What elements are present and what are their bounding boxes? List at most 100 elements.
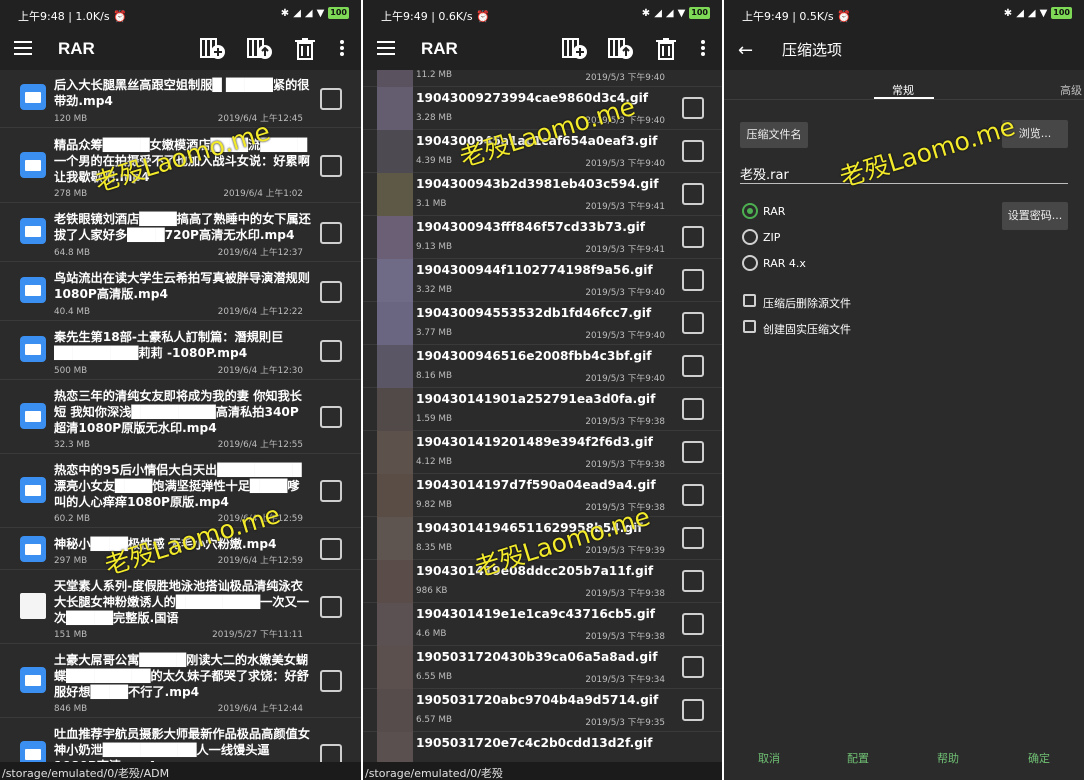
list-item[interactable]: 19043014197d7f590a04ead9a4.gif 9.82 MB 201…: [363, 474, 722, 517]
list-item[interactable]: 1904301419e1e1ca9c43716cb5.gif 4.6 MB 2019…: [363, 603, 722, 646]
tab-advanced[interactable]: 高级: [1060, 82, 1082, 98]
select-checkbox[interactable]: [682, 484, 704, 506]
list-item[interactable]: 秦先生第18部-土豪私人訂制篇：潛規則巨█████████莉莉 -1080P.m…: [0, 322, 361, 380]
delete-icon[interactable]: [292, 37, 318, 61]
select-checkbox[interactable]: [320, 744, 342, 762]
folder-icon: [20, 741, 46, 762]
list-item[interactable]: 老铁眼镜刘酒店████搞高了熟睡中的女下属还拔了人家好多████720P高清无水…: [0, 204, 361, 262]
select-checkbox[interactable]: [320, 280, 342, 303]
profiles-button[interactable]: 配置: [847, 750, 869, 766]
list-item[interactable]: 鸟站流出在读大学生云希拍写真被胖导演潜规则1080P高清版.mp4 40.4 MB…: [0, 263, 361, 321]
select-checkbox[interactable]: [320, 538, 342, 560]
folder-icon: [20, 152, 46, 178]
select-checkbox[interactable]: [682, 527, 704, 549]
select-checkbox[interactable]: [682, 398, 704, 420]
select-checkbox[interactable]: [682, 97, 704, 119]
folder-icon: [20, 218, 46, 244]
list-item[interactable]: 11.2 MB 2019/5/3 下午9:40: [363, 70, 722, 87]
extract-icon[interactable]: [247, 37, 273, 61]
select-checkbox[interactable]: [320, 670, 342, 692]
select-checkbox[interactable]: [682, 699, 704, 721]
battery-icon: 100: [1051, 7, 1072, 19]
thumbnail: [377, 474, 413, 517]
select-checkbox[interactable]: [682, 269, 704, 291]
thumbnail: [377, 603, 413, 646]
list-item[interactable]: 后入大长腿黑丝高跟空姐制服█ █████紧的很带劲.mp4 120 MB 2019/…: [0, 70, 361, 128]
radio-label: RAR 4.x: [763, 257, 806, 270]
screen-archive-options: 上午9:49 | 0.5K/s ⏰ ✱ ◢ ◢ ▼ 100 ← 压缩选项 常规 高级 压…: [724, 0, 1084, 780]
app-bar: RAR: [0, 28, 361, 70]
status-indicators: ✱ ◢ ◢ ▼ 100: [281, 7, 349, 19]
help-button[interactable]: 帮助: [937, 750, 959, 766]
list-item[interactable]: 吐血推荐宇航员摄影大师最新作品极品高颜值女神小奶泄██████████人一线馒头…: [0, 719, 361, 762]
list-item[interactable]: 1905031720abc9704b4a9d5714.gif 6.57 MB 201…: [363, 689, 722, 732]
list-item[interactable]: 1904300943fff846f57cd33b73.gif 9.13 MB 201…: [363, 216, 722, 259]
menu-icon[interactable]: [377, 41, 395, 55]
select-checkbox[interactable]: [682, 226, 704, 248]
list-item[interactable]: 土豪大屌哥公寓█████刚读大二的水嫩美女蝴蝶█████████的太久妹子都哭了…: [0, 645, 361, 718]
signal-icon: ◢: [1016, 7, 1024, 19]
delete-after-archive-checkbox[interactable]: [743, 294, 756, 307]
folder-icon: [20, 84, 46, 110]
list-item[interactable]: 1904300943b2d3981eb403c594.gif 3.1 MB 2019…: [363, 173, 722, 216]
radio-rar4[interactable]: [742, 255, 758, 271]
select-checkbox[interactable]: [682, 355, 704, 377]
select-checkbox[interactable]: [682, 312, 704, 334]
list-item[interactable]: 热恋中的95后小情侣大白天出█████████漂亮小女友████饱满坚挺弹性十足…: [0, 455, 361, 528]
add-to-archive-icon[interactable]: [562, 37, 588, 61]
cancel-button[interactable]: 取消: [758, 750, 780, 766]
select-checkbox[interactable]: [320, 480, 342, 502]
list-item[interactable]: 天堂素人系列-度假胜地泳池搭讪极品清纯泳衣大长腿女神粉嫩诱人的█████████…: [0, 571, 361, 644]
checkbox-label: 创建固实压缩文件: [763, 323, 851, 336]
thumbnail: [377, 732, 413, 762]
alarm-icon: ⏰: [476, 10, 490, 23]
back-arrow-icon[interactable]: ←: [738, 40, 753, 61]
select-checkbox[interactable]: [682, 613, 704, 635]
list-item[interactable]: 热恋三年的清纯女友即将成为我的妻 你知我长短 我知你深浅█████████高清私…: [0, 381, 361, 454]
more-icon[interactable]: [340, 40, 344, 56]
list-item[interactable]: 190430094553532db1fd46fcc7.gif 3.77 MB 201…: [363, 302, 722, 345]
page-title: 压缩选项: [782, 42, 843, 59]
status-indicators: ✱ ◢ ◢ ▼ 100: [1004, 7, 1072, 19]
thumbnail: [377, 87, 413, 130]
list-item[interactable]: 1904301419e08ddcc205b7a11f.gif 986 KB 2019…: [363, 560, 722, 603]
select-checkbox[interactable]: [682, 656, 704, 678]
select-checkbox[interactable]: [320, 155, 342, 177]
radio-zip[interactable]: [742, 229, 758, 245]
select-checkbox[interactable]: [682, 441, 704, 463]
signal-icon: ◢: [654, 7, 662, 19]
bluetooth-icon: ✱: [1003, 7, 1013, 19]
wifi-icon: ▼: [1039, 7, 1048, 19]
select-checkbox[interactable]: [320, 339, 342, 362]
solid-archive-checkbox[interactable]: [743, 320, 756, 333]
signal-icon: ◢: [665, 7, 674, 19]
radio-rar[interactable]: [742, 203, 758, 219]
select-checkbox[interactable]: [320, 596, 342, 618]
status-time: 上午9:49 | 0.5K/s ⏰: [742, 10, 851, 23]
more-icon[interactable]: [701, 40, 705, 56]
ok-button[interactable]: 确定: [1028, 750, 1050, 766]
list-item[interactable]: 1904301419201489e394f2f6d3.gif 4.12 MB 201…: [363, 431, 722, 474]
radio-label: ZIP: [763, 231, 781, 244]
set-password-button[interactable]: 设置密码...: [1002, 202, 1068, 230]
file-icon: [20, 593, 46, 619]
list-item[interactable]: 1905031720e7c4c2b0cdd13d2f.gif: [363, 732, 722, 762]
select-checkbox[interactable]: [682, 140, 704, 162]
archive-name-button[interactable]: 压缩文件名: [740, 122, 808, 148]
screen-file-list: 上午9:48 | 1.0K/s ⏰ ✱ ◢ ◢ ▼ 100 RAR 后入大长腿黑丝高跟空…: [0, 0, 361, 780]
list-item[interactable]: 1904300946516e2008fbb4c3bf.gif 8.16 MB 201…: [363, 345, 722, 388]
delete-icon[interactable]: [653, 37, 679, 61]
select-checkbox[interactable]: [320, 87, 342, 110]
extract-icon[interactable]: [608, 37, 634, 61]
select-checkbox[interactable]: [320, 221, 342, 244]
select-checkbox[interactable]: [682, 570, 704, 592]
menu-icon[interactable]: [14, 41, 32, 55]
tab-general[interactable]: 常规: [892, 82, 914, 98]
list-item[interactable]: 1904300944f1102774198f9a56.gif 3.32 MB 201…: [363, 259, 722, 302]
list-item[interactable]: 190430141901a252791ea3d0fa.gif 1.59 MB 201…: [363, 388, 722, 431]
select-checkbox[interactable]: [682, 183, 704, 205]
list-item[interactable]: 1905031720430b39ca06a5a8ad.gif 6.55 MB 201…: [363, 646, 722, 689]
select-checkbox[interactable]: [320, 406, 342, 428]
thumbnail: [377, 560, 413, 603]
add-to-archive-icon[interactable]: [200, 37, 226, 61]
